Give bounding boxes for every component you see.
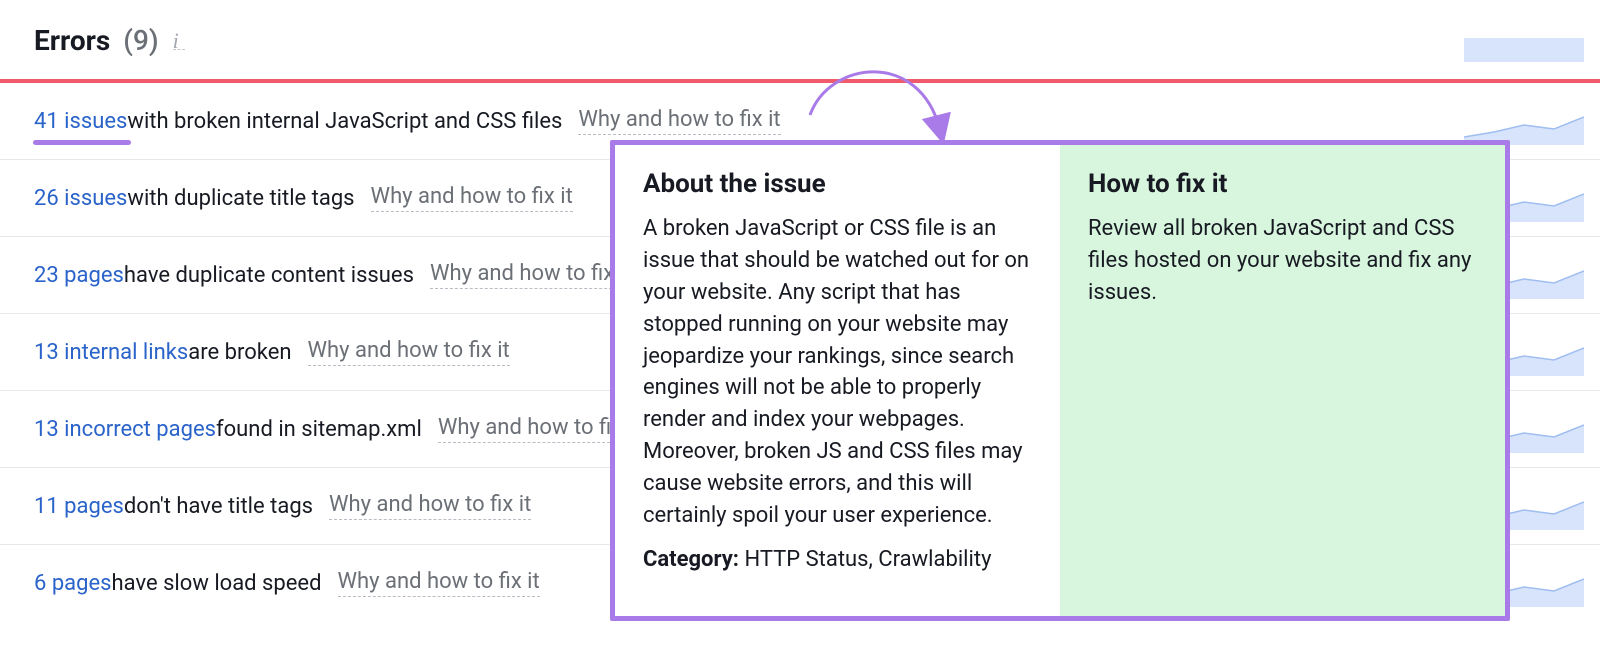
how-to-fix-title: How to fix it [1088,169,1477,199]
category-value: HTTP Status, Crawlability [739,547,991,572]
issue-count-link[interactable]: 41 issues [34,109,127,134]
category-label: Category: [643,547,739,572]
why-how-fix-link[interactable]: Why and how to fix it [371,184,573,212]
about-issue-title: About the issue [643,169,1032,199]
issue-description: are broken [188,340,291,365]
issue-description: have duplicate content issues [124,263,414,288]
about-issue-body: A broken JavaScript or CSS file is an is… [643,213,1032,532]
issue-count-link[interactable]: 23 pages [34,263,124,288]
issue-detail-popover: About the issue A broken JavaScript or C… [610,140,1510,621]
sparkline [1464,28,1584,66]
highlight-underline [33,140,131,145]
how-to-fix-section: How to fix it Review all broken JavaScri… [1060,145,1505,616]
issue-description: with duplicate title tags [127,186,354,211]
issue-category: Category: HTTP Status, Crawlability [643,544,1032,576]
errors-title: Errors (9) [34,24,159,57]
errors-header: Errors (9) i [0,0,1600,79]
errors-panel: Errors (9) i 41 issues with broken inter… [0,0,1600,621]
issue-description: don't have title tags [124,494,313,519]
issue-count-link[interactable]: 6 pages [34,571,112,596]
about-issue-section: About the issue A broken JavaScript or C… [615,145,1060,616]
why-how-fix-link[interactable]: Why and how to fix it [578,107,780,135]
issue-count-link[interactable]: 13 incorrect pages [34,417,216,442]
why-how-fix-link[interactable]: Why and how to fix it [338,569,540,597]
why-how-fix-link[interactable]: Why and how to fix it [329,492,531,520]
issue-count-link[interactable]: 13 internal links [34,340,188,365]
issue-count-link[interactable]: 11 pages [34,494,124,519]
why-how-fix-link[interactable]: Why and how to fix it [308,338,510,366]
errors-title-text: Errors [34,24,110,57]
issue-count-link[interactable]: 26 issues [34,186,127,211]
info-icon[interactable]: i [173,32,185,50]
errors-count: (9) [123,24,158,57]
issue-description: found in sitemap.xml [216,417,422,442]
why-how-fix-link[interactable]: Why and how to fix it [430,261,632,289]
issue-description: have slow load speed [112,571,322,596]
how-to-fix-body: Review all broken JavaScript and CSS fil… [1088,213,1477,309]
issue-description: with broken internal JavaScript and CSS … [127,109,562,134]
